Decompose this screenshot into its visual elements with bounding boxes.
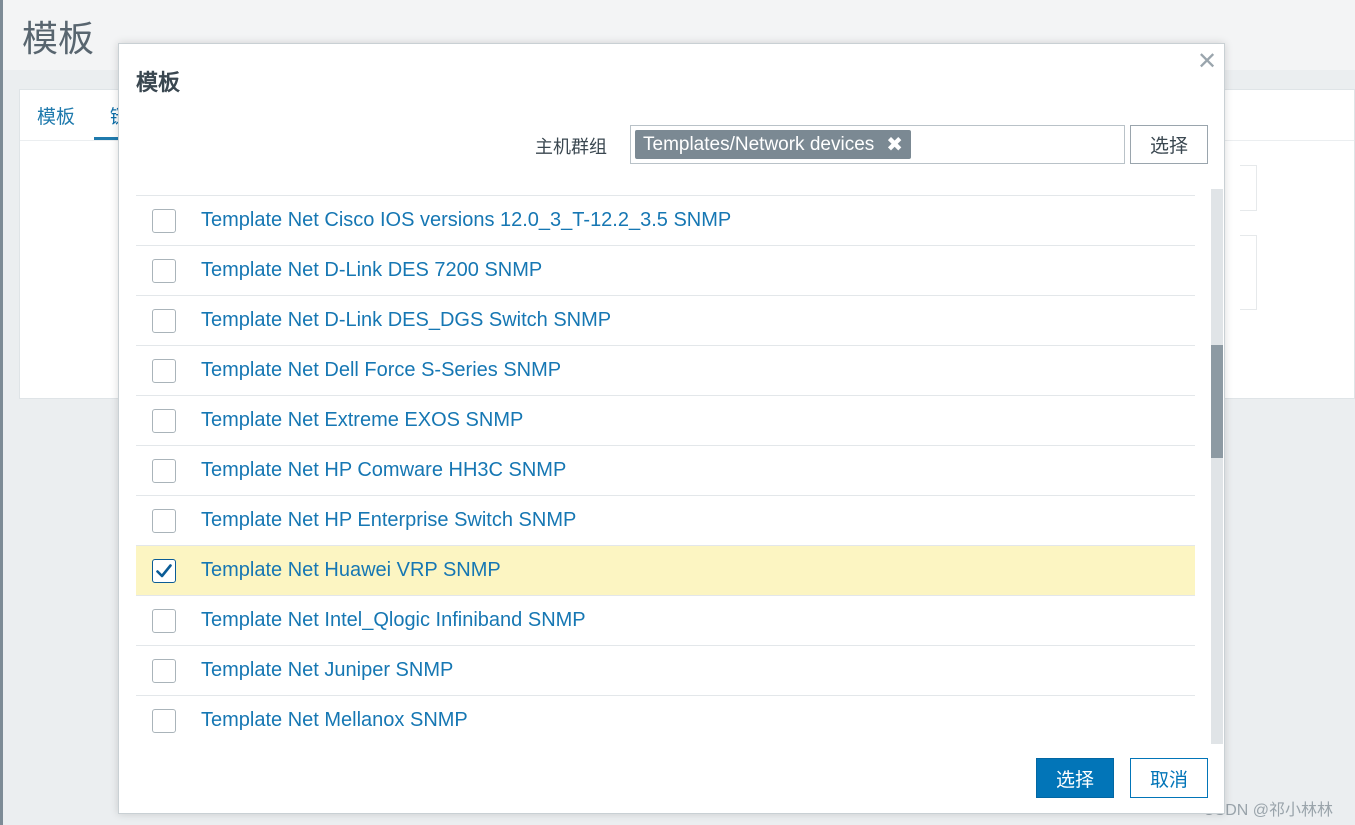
template-link[interactable]: Template Net HP Enterprise Switch SNMP <box>201 509 576 532</box>
checkbox[interactable] <box>152 408 176 433</box>
dialog-title: 模板 <box>136 70 181 95</box>
background-field <box>1240 235 1257 310</box>
cancel-button[interactable]: 取消 <box>1130 758 1208 798</box>
checkbox[interactable] <box>152 258 176 283</box>
template-row[interactable]: Template Net Huawei VRP SNMP <box>136 546 1195 596</box>
checkbox[interactable] <box>152 608 176 633</box>
template-list: Template Net Cisco IOS versions 12.0_3_T… <box>136 195 1195 745</box>
check-icon <box>156 563 172 577</box>
template-row[interactable]: Template Net HP Enterprise Switch SNMP <box>136 496 1195 546</box>
host-group-chip: Templates/Network devices ✖ <box>635 130 912 159</box>
close-icon[interactable]: ✕ <box>1195 50 1219 74</box>
template-row[interactable]: Template Net Extreme EXOS SNMP <box>136 396 1195 446</box>
template-link[interactable]: Template Net Cisco IOS versions 12.0_3_T… <box>201 209 731 232</box>
template-row[interactable]: Template Net Dell Force S-Series SNMP <box>136 346 1195 396</box>
template-row[interactable]: Template Net Cisco IOS versions 12.0_3_T… <box>136 195 1195 246</box>
template-link[interactable]: Template Net Intel_Qlogic Infiniband SNM… <box>201 609 586 632</box>
checkbox[interactable] <box>152 308 176 333</box>
template-select-dialog: 模板 ✕ 主机群组 Templates/Network devices ✖ 选择… <box>118 43 1225 814</box>
template-row[interactable]: Template Net Juniper SNMP <box>136 646 1195 696</box>
template-link[interactable]: Template Net Juniper SNMP <box>201 659 453 682</box>
template-row[interactable]: Template Net D-Link DES 7200 SNMP <box>136 246 1195 296</box>
template-link[interactable]: Template Net Dell Force S-Series SNMP <box>201 359 561 382</box>
template-row[interactable]: Template Net Intel_Qlogic Infiniband SNM… <box>136 596 1195 646</box>
scrollbar-thumb[interactable] <box>1211 345 1223 458</box>
template-link[interactable]: Template Net D-Link DES_DGS Switch SNMP <box>201 309 611 332</box>
host-group-input[interactable]: Templates/Network devices ✖ <box>630 125 1125 164</box>
scrollbar[interactable] <box>1211 189 1223 744</box>
host-group-select-button[interactable]: 选择 <box>1130 125 1208 164</box>
confirm-select-button[interactable]: 选择 <box>1036 758 1114 798</box>
checkbox[interactable] <box>152 208 176 233</box>
template-row[interactable]: Template Net HP Comware HH3C SNMP <box>136 446 1195 496</box>
template-row[interactable]: Template Net D-Link DES_DGS Switch SNMP <box>136 296 1195 346</box>
template-link[interactable]: Template Net Extreme EXOS SNMP <box>201 409 523 432</box>
host-group-label: 主机群组 <box>535 137 607 157</box>
template-link[interactable]: Template Net Mellanox SNMP <box>201 709 468 732</box>
tab-templates[interactable]: 模板 <box>37 102 75 129</box>
template-row[interactable]: Template Net Mellanox SNMP <box>136 696 1195 745</box>
checkbox[interactable] <box>152 508 176 533</box>
template-link[interactable]: Template Net HP Comware HH3C SNMP <box>201 459 566 482</box>
background-field <box>1240 165 1257 211</box>
checkbox[interactable] <box>152 708 176 733</box>
chip-remove-icon[interactable]: ✖ <box>886 132 903 157</box>
template-link[interactable]: Template Net D-Link DES 7200 SNMP <box>201 259 542 282</box>
checkbox-checked[interactable] <box>152 558 176 583</box>
template-link[interactable]: Template Net Huawei VRP SNMP <box>201 559 501 582</box>
page-title: 模板 <box>22 18 95 59</box>
checkbox[interactable] <box>152 358 176 383</box>
left-sidebar-edge <box>0 0 3 825</box>
checkbox[interactable] <box>152 658 176 683</box>
checkbox[interactable] <box>152 458 176 483</box>
chip-label: Templates/Network devices <box>643 133 875 155</box>
